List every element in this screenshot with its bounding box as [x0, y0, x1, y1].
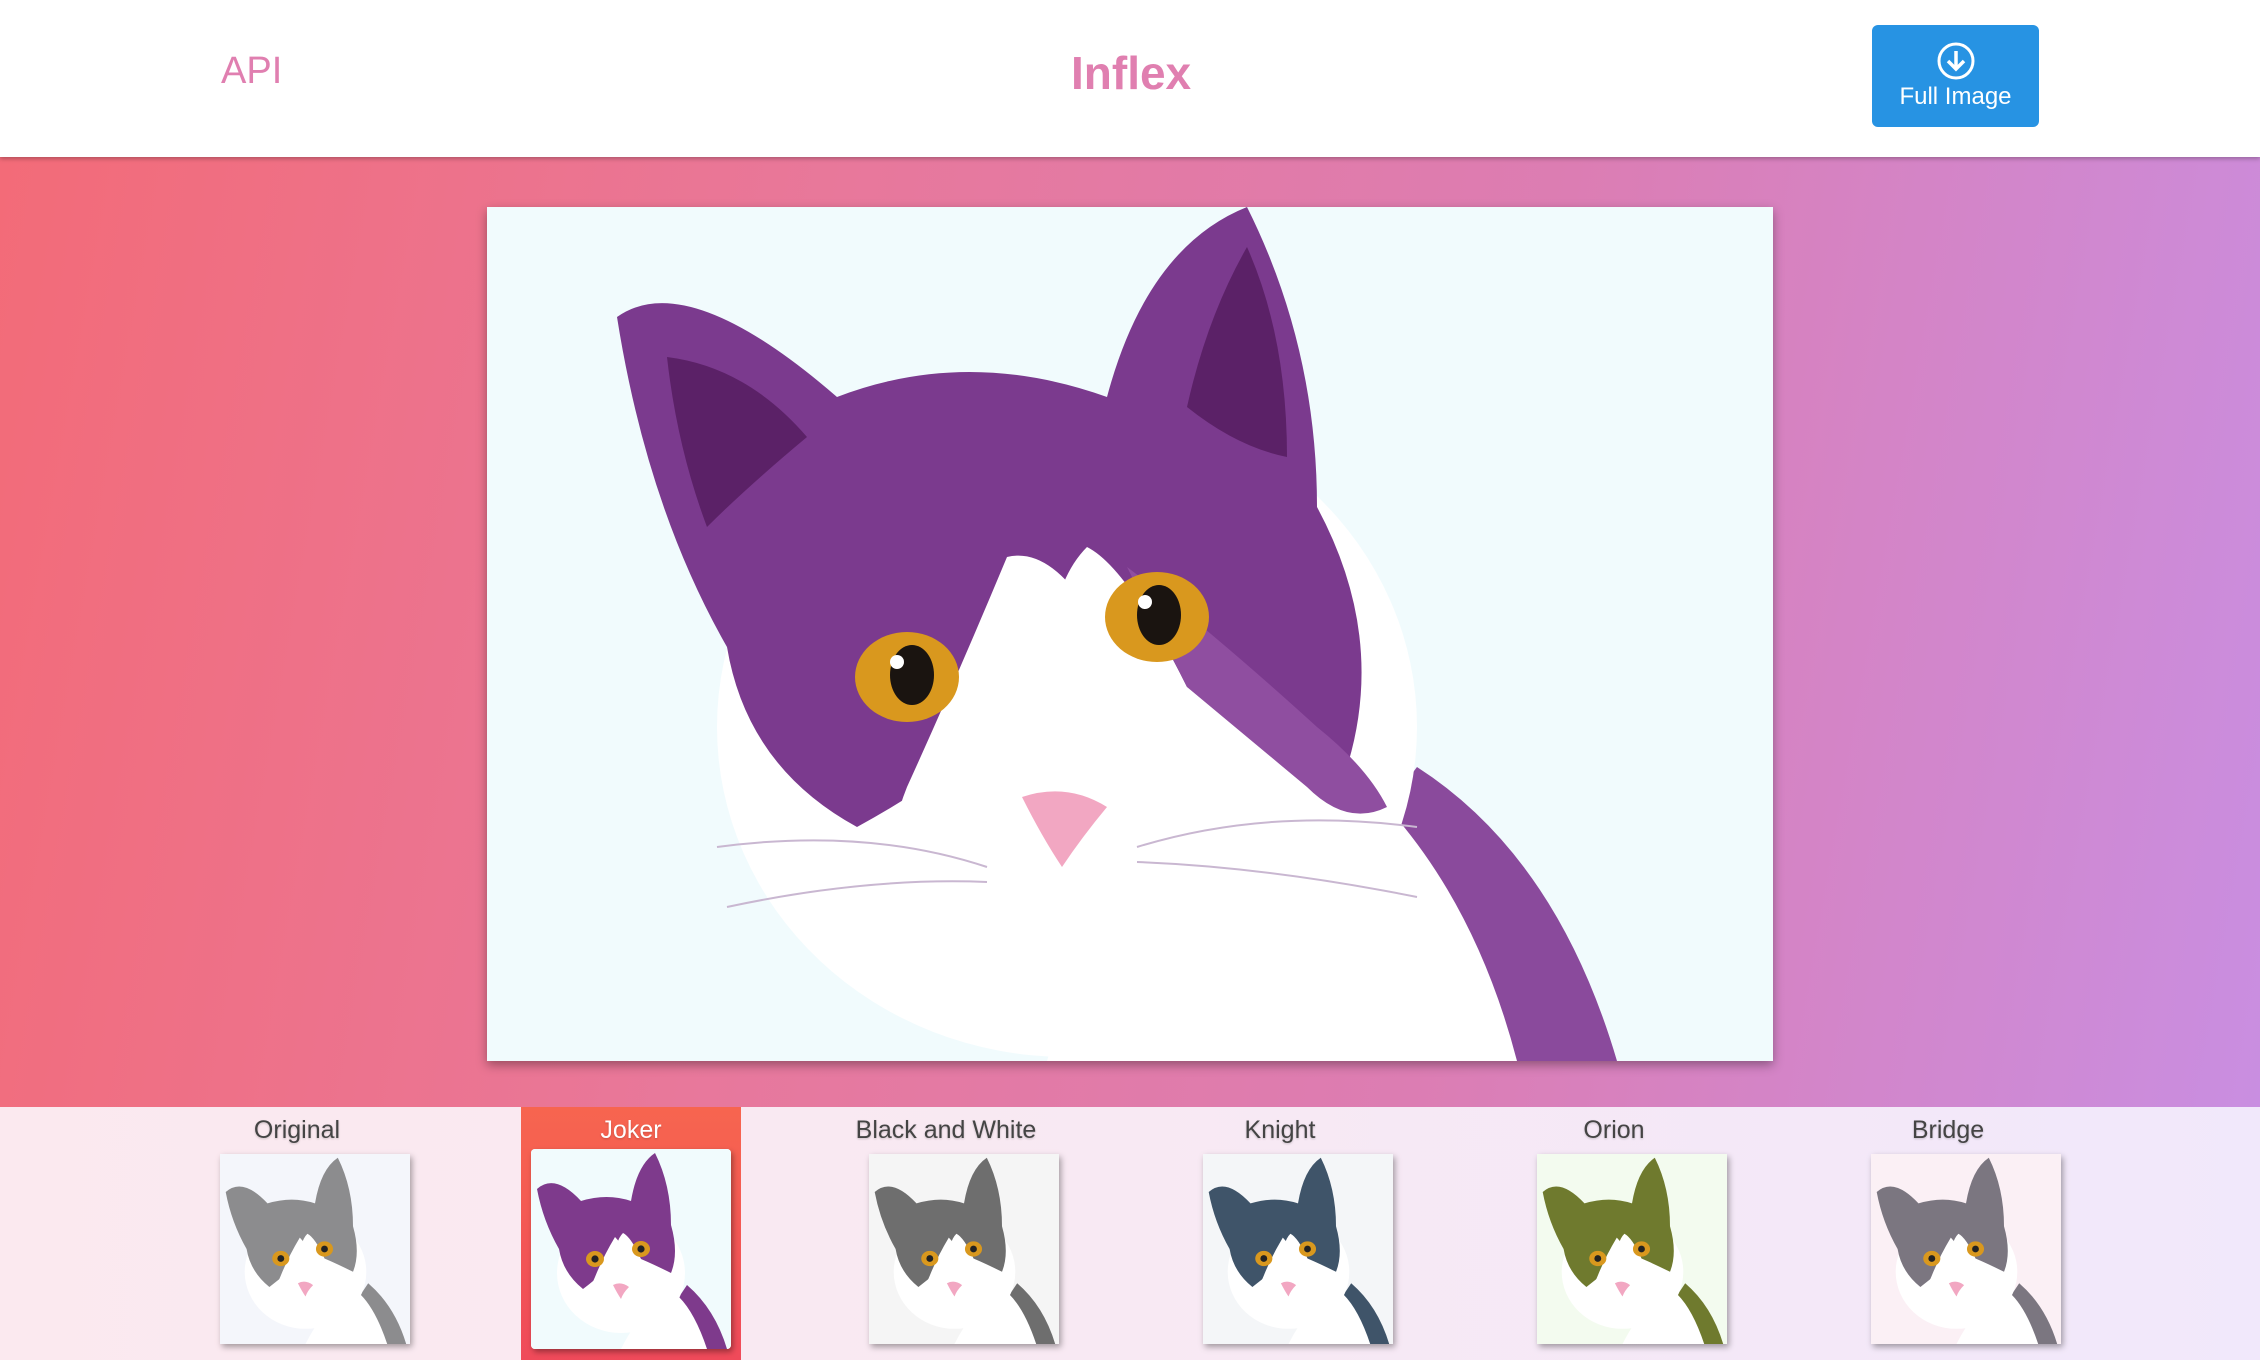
full-image-button[interactable]: Full Image	[1872, 25, 2039, 127]
filter-joker[interactable]: Joker	[521, 1107, 741, 1360]
filter-thumbnail[interactable]	[869, 1154, 1059, 1344]
filter-label: Black and White	[855, 1116, 1037, 1144]
filter-label: Orion	[1583, 1116, 1645, 1144]
filter-strip: Original Joker Black and White Knight Or…	[0, 1107, 2260, 1360]
filter-label: Joker	[600, 1116, 662, 1144]
main-preview-image	[487, 207, 1773, 1061]
full-image-label: Full Image	[1899, 83, 2012, 110]
filter-label: Original	[253, 1116, 341, 1144]
filter-bridge[interactable]: Bridge	[1838, 1107, 2061, 1360]
filter-thumbnail[interactable]	[1871, 1154, 2061, 1344]
filter-black-and-white[interactable]: Black and White	[836, 1107, 1059, 1360]
filter-knight[interactable]: Knight	[1170, 1107, 1393, 1360]
filter-orion[interactable]: Orion	[1504, 1107, 1727, 1360]
filter-thumbnail[interactable]	[220, 1154, 410, 1344]
top-bar: API Inflex Full Image	[0, 0, 2260, 157]
filter-original[interactable]: Original	[187, 1107, 410, 1360]
download-icon	[1937, 42, 1974, 80]
filter-thumbnail[interactable]	[1203, 1154, 1393, 1344]
filter-label: Knight	[1244, 1116, 1316, 1144]
brand-title: Inflex	[1071, 47, 1192, 99]
filter-label: Bridge	[1911, 1116, 1985, 1144]
filter-thumbnail[interactable]	[531, 1149, 731, 1349]
filter-thumbnail[interactable]	[1537, 1154, 1727, 1344]
api-link[interactable]: API	[221, 50, 282, 93]
